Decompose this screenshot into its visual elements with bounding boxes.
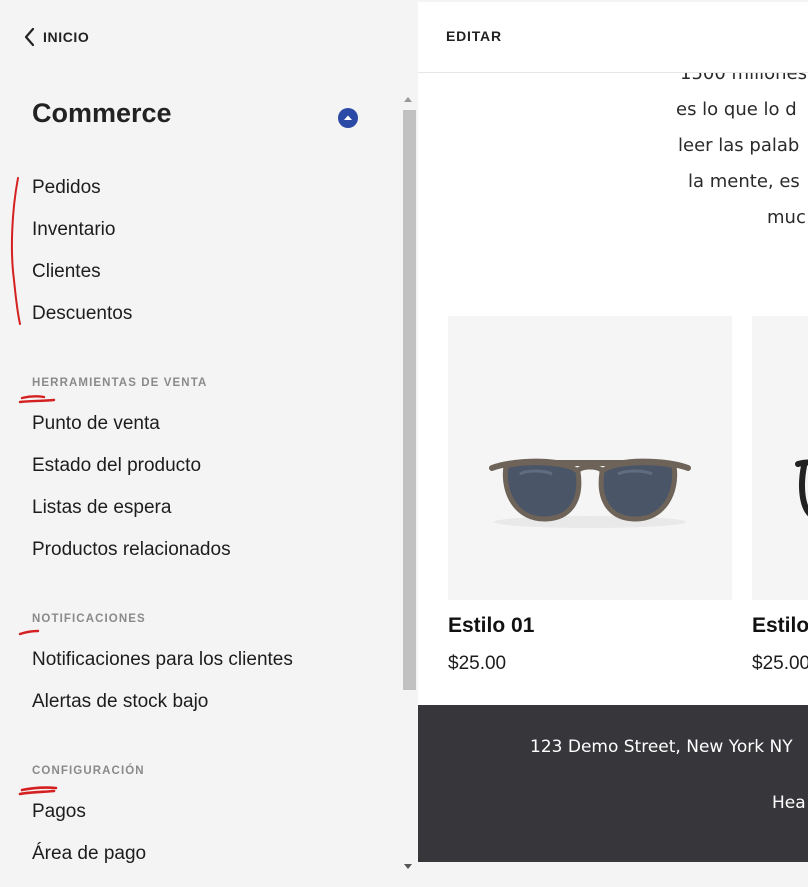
sidebar-item-clientes[interactable]: Clientes: [32, 261, 101, 283]
sidebar-item-estado-del-producto[interactable]: Estado del producto: [32, 455, 201, 477]
edit-button[interactable]: EDITAR: [446, 28, 502, 44]
scroll-down-arrow-icon[interactable]: [404, 864, 412, 869]
scroll-up-arrow-icon[interactable]: [404, 97, 412, 102]
sidebar-item-pedidos[interactable]: Pedidos: [32, 177, 101, 199]
footer-address: 123 Demo Street, New York NY: [530, 737, 793, 757]
annotation-bracket: [10, 177, 21, 325]
body-text-line: leer las palab: [678, 135, 800, 156]
sidebar-item-alertas-stock[interactable]: Alertas de stock bajo: [32, 691, 208, 713]
chevron-up-icon[interactable]: [338, 108, 358, 128]
section-heading-configuracion: CONFIGURACIÓN: [32, 765, 145, 777]
back-button[interactable]: INICIO: [22, 24, 89, 50]
footer-text: Hea: [772, 793, 806, 813]
sunglasses-icon: [489, 458, 691, 528]
product-price: $25.00: [448, 653, 507, 674]
scrollbar-thumb[interactable]: [403, 110, 416, 690]
chevron-left-icon: [24, 27, 35, 47]
back-label: INICIO: [43, 29, 90, 45]
section-heading-herramientas: HERRAMIENTAS DE VENTA: [32, 377, 208, 389]
body-text-line: es lo que lo d: [676, 99, 797, 120]
page-title: Commerce: [32, 98, 172, 128]
section-heading-notificaciones: NOTIFICACIONES: [32, 613, 146, 625]
footer: 123 Demo Street, New York NY Hea: [418, 705, 808, 862]
annotation-underline-notificaciones: [18, 629, 40, 636]
bottom-strip: [418, 862, 808, 887]
annotation-underline-herramientas: [18, 395, 56, 404]
product-image-sunglasses[interactable]: [752, 316, 808, 600]
sidebar-item-descuentos[interactable]: Descuentos: [32, 303, 132, 325]
annotation-underline-configuracion: [18, 786, 58, 796]
product-name[interactable]: Estilo 01: [448, 614, 534, 638]
sidebar-item-pagos[interactable]: Pagos: [32, 801, 86, 823]
sidebar-item-area-de-pago[interactable]: Área de pago: [32, 843, 146, 865]
red-annotation-marks: [10, 177, 58, 796]
sidebar-item-notificaciones-clientes[interactable]: Notificaciones para los clientes: [32, 649, 293, 671]
product-price: $25.00: [752, 653, 808, 674]
edit-bar: EDITAR: [418, 2, 808, 73]
sunglasses-icon: [795, 459, 808, 517]
product-image-sunglasses[interactable]: [448, 316, 732, 600]
site-preview: EDITAR 1500 millones es lo que lo d leer…: [418, 2, 808, 862]
sidebar-item-punto-de-venta[interactable]: Punto de venta: [32, 413, 160, 435]
body-text-line: la mente, es: [688, 171, 800, 192]
sidebar: INICIO Commerce Pedidos Inventario Clien…: [0, 0, 400, 887]
product-name[interactable]: Estilo: [752, 614, 808, 638]
body-text-line: muc: [767, 207, 806, 228]
sidebar-item-listas-de-espera[interactable]: Listas de espera: [32, 497, 171, 519]
sidebar-item-inventario[interactable]: Inventario: [32, 219, 115, 241]
sidebar-item-productos-relacionados[interactable]: Productos relacionados: [32, 539, 231, 561]
